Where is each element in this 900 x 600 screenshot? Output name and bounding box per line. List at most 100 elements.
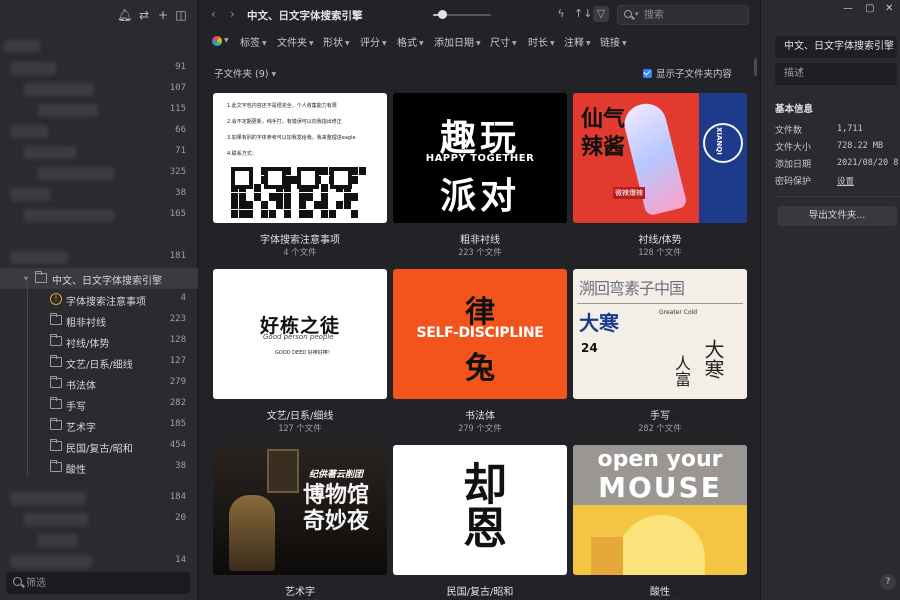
tree-item[interactable]: 书法体 279: [0, 373, 198, 394]
folder-icon: [50, 439, 62, 451]
qr-module: [321, 184, 328, 192]
search-input[interactable]: [644, 8, 744, 22]
back-icon[interactable]: ‹: [211, 7, 216, 21]
description-field[interactable]: 描述: [775, 63, 897, 85]
flash-icon[interactable]: ϟ: [553, 6, 569, 22]
info-row: 密码保护 设置: [775, 173, 900, 189]
sort-order-icon[interactable]: ↑↓: [574, 6, 592, 22]
subfolder-card[interactable]: 律 SELF-DISCIPLINE 兔书法体 279 个文件: [393, 269, 567, 434]
folder-thumbnail[interactable]: 溯回弯素子中国 大寒 Greater Cold 24 大寒 人富: [573, 269, 747, 399]
tree-item[interactable]: 艺术字 185: [0, 415, 198, 436]
folder-row[interactable]: 71: [0, 142, 198, 163]
subfolder-card[interactable]: XIANQI 仙气 辣酱 微辣爆辣 衬线/体势 128 个文件: [573, 93, 747, 258]
info-row: 文件大小 728.22 MB: [775, 139, 900, 155]
color-filter-icon[interactable]: [212, 36, 222, 46]
folder-row[interactable]: 181: [0, 247, 198, 268]
filter-button[interactable]: 尺寸 ▼: [490, 34, 517, 49]
folder-count: 165: [169, 209, 186, 219]
qr-module: [238, 201, 246, 209]
folder-name-field[interactable]: 中文、日文字体搜索引擎: [775, 36, 897, 58]
filter-button[interactable]: 注释 ▼: [564, 34, 591, 49]
folder-thumbnail[interactable]: 却恩: [393, 445, 567, 575]
maximize-icon[interactable]: ▢: [865, 3, 874, 14]
folder-row[interactable]: 38: [0, 184, 198, 205]
poster-band-text: SELF-DISCIPLINE: [416, 325, 544, 341]
folder-row[interactable]: 14: [0, 551, 198, 572]
folder-thumbnail[interactable]: 趣玩 HAPPY TOGETHER 派对: [393, 93, 567, 223]
checkbox-icon[interactable]: [642, 69, 652, 78]
subfolder-card[interactable]: 溯回弯素子中国 大寒 Greater Cold 24 大寒 人富 手写 282 个文件: [573, 269, 747, 434]
card-title: 文艺/日系/细线: [266, 411, 334, 422]
filter-button[interactable]: 文件夹 ▼: [277, 34, 314, 49]
folder-row[interactable]: 20: [0, 509, 198, 530]
filter-button[interactable]: 格式 ▼: [397, 34, 424, 49]
folder-count: 184: [169, 492, 186, 502]
subfolder-card[interactable]: open yourMOUSE酸性38 个文件: [573, 445, 747, 600]
subfolder-card[interactable]: 却恩民国/复古/昭和454 个文件: [393, 445, 567, 600]
password-setup-link[interactable]: 设置: [837, 175, 854, 187]
folder-row[interactable]: 66: [0, 121, 198, 142]
subfolder-card[interactable]: 1.此文字包内容还不是很完全，个人收集能力有限 2.会不定期更新，纯手打，有错误可…: [213, 93, 387, 258]
main-scrollbar[interactable]: [754, 58, 757, 76]
folder-thumbnail[interactable]: 好栋之徒 Good person people GOOD DEED 好棒好棒！: [213, 269, 387, 399]
tree-item[interactable]: 手写 282: [0, 394, 198, 415]
card-title: 书法体: [465, 411, 495, 422]
sidebar-filter-input[interactable]: [26, 575, 184, 591]
subfolder-card[interactable]: 纪供著云削团博物馆奇妙夜艺术字185 个文件: [213, 445, 387, 600]
folder-thumbnail[interactable]: open your MOUSE: [573, 445, 747, 575]
tree-item[interactable]: 文艺/日系/细线 127: [0, 352, 198, 373]
filter-button[interactable]: 添加日期 ▼: [434, 34, 481, 49]
side-text: XIANQI: [715, 127, 723, 155]
folder-row[interactable]: [0, 226, 198, 247]
filter-button[interactable]: 形状 ▼: [323, 34, 350, 49]
folder-row[interactable]: 115: [0, 100, 198, 121]
export-folder-button[interactable]: 导出文件夹...: [777, 206, 897, 226]
qr-module: [358, 167, 366, 175]
sidebar-filter[interactable]: [6, 572, 190, 594]
show-subfolder-content[interactable]: 显示子文件夹内容: [642, 66, 732, 80]
tree-item-label: 酸性: [66, 465, 86, 476]
qr-module: [298, 201, 306, 209]
qr-module: [253, 184, 261, 192]
tree-item[interactable]: 衬线/体势 128: [0, 331, 198, 352]
subfolder-toggle[interactable]: 子文件夹 (9) ▼: [214, 66, 276, 80]
add-icon[interactable]: +: [156, 8, 170, 22]
filter-icon[interactable]: ▽: [593, 6, 609, 22]
folder-row[interactable]: 91: [0, 58, 198, 79]
tree-item[interactable]: 酸性 38: [0, 457, 198, 478]
filter-button[interactable]: 链接 ▼: [600, 34, 627, 49]
folder-thumbnail[interactable]: 1.此文字包内容还不是很完全，个人收集能力有限 2.会不定期更新，纯手打，有错误可…: [213, 93, 387, 223]
help-button[interactable]: ?: [880, 574, 896, 590]
folder-row[interactable]: 325: [0, 163, 198, 184]
poster-subline: 纪供著云削团: [309, 470, 364, 480]
subfolder-card[interactable]: 趣玩 HAPPY TOGETHER 派对 粗非衬线 223 个文件: [393, 93, 567, 258]
filter-button[interactable]: 评分 ▼: [360, 34, 387, 49]
minimize-icon[interactable]: —: [843, 3, 853, 14]
tree-item[interactable]: 民国/复古/昭和 454: [0, 436, 198, 457]
folder-thumbnail[interactable]: XIANQI 仙气 辣酱 微辣爆辣: [573, 93, 747, 223]
subfolder-card[interactable]: 好栋之徒 Good person people GOOD DEED 好棒好棒！ 文艺/…: [213, 269, 387, 434]
filter-button[interactable]: 时长 ▼: [528, 34, 555, 49]
filter-button[interactable]: 标签 ▼: [240, 34, 267, 49]
folder-row[interactable]: 107: [0, 79, 198, 100]
sidebar-toggle-icon[interactable]: ◫: [174, 8, 188, 22]
tree-item[interactable]: ! 字体搜索注意事项 4: [0, 289, 198, 310]
folder-row[interactable]: 184: [0, 488, 198, 509]
sort-icon[interactable]: ⇄: [137, 8, 151, 22]
folder-row[interactable]: [0, 530, 198, 551]
info-row: 添加日期 2021/08/20 8: [775, 156, 900, 172]
card-count: 223 个文件: [393, 246, 567, 258]
qr-module: [231, 209, 238, 218]
bell-icon[interactable]: 🔔︎: [117, 8, 132, 22]
folder-thumbnail[interactable]: 律 SELF-DISCIPLINE 兔: [393, 269, 567, 399]
zoom-slider-handle[interactable]: [437, 10, 447, 19]
chevron-down-icon[interactable]: ▾: [635, 10, 639, 18]
search-box[interactable]: ▾: [617, 5, 749, 25]
close-icon[interactable]: ✕: [885, 3, 893, 14]
folder-thumbnail[interactable]: 纪供著云削团 博物馆奇妙夜: [213, 445, 387, 575]
qr-module: [351, 192, 358, 201]
folder-row[interactable]: 165: [0, 205, 198, 226]
tree-item-current-folder[interactable]: ▾ 中文、日文字体搜索引擎: [0, 268, 198, 289]
tree-item[interactable]: 粗非衬线 223: [0, 310, 198, 331]
forward-icon[interactable]: ›: [230, 7, 235, 21]
